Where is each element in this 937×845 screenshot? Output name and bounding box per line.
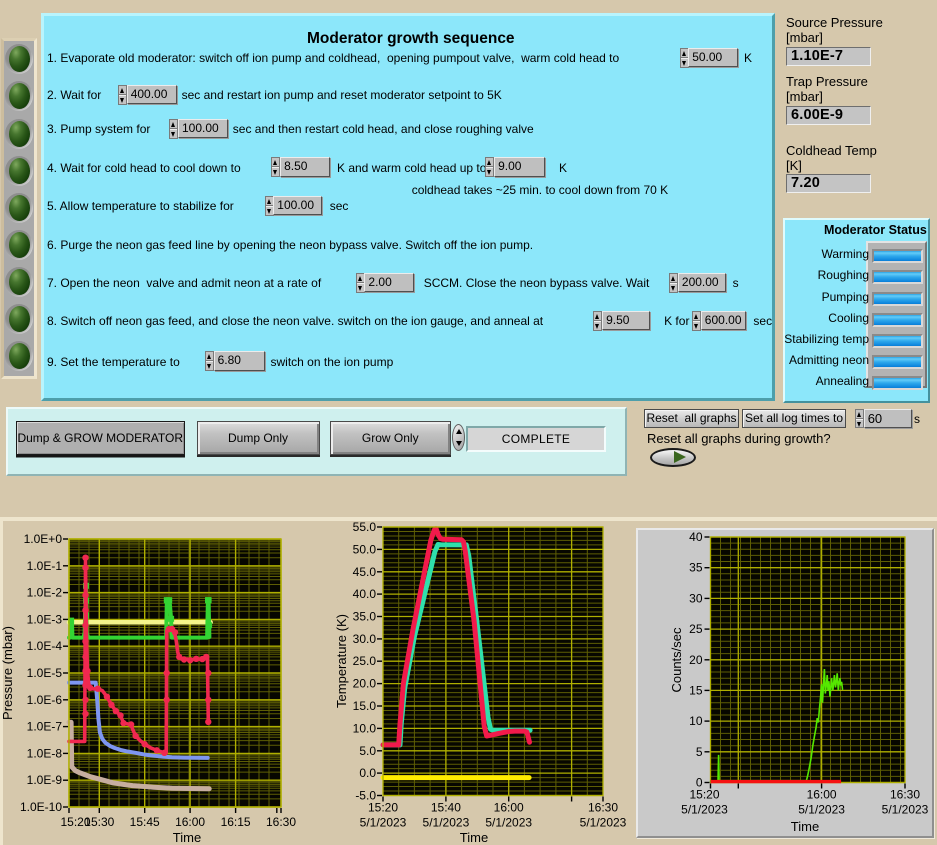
svg-text:20: 20 (689, 653, 703, 667)
svg-text:5/1/2023: 5/1/2023 (882, 803, 929, 817)
svg-text:16:00: 16:00 (807, 788, 837, 802)
svg-text:10: 10 (689, 714, 703, 728)
svg-text:0.0: 0.0 (359, 766, 376, 780)
svg-text:20.0: 20.0 (353, 677, 377, 691)
svg-text:35: 35 (689, 561, 703, 575)
svg-text:1.0E-2: 1.0E-2 (27, 586, 63, 600)
svg-text:5/1/2023: 5/1/2023 (798, 803, 845, 817)
svg-text:Pressure (mbar): Pressure (mbar) (0, 626, 15, 720)
svg-text:45.0: 45.0 (353, 565, 377, 579)
svg-text:15: 15 (689, 683, 703, 697)
svg-text:5/1/2023: 5/1/2023 (681, 803, 728, 817)
svg-text:40: 40 (689, 530, 703, 544)
svg-text:Temperature (K): Temperature (K) (334, 614, 349, 708)
svg-text:1.0E-4: 1.0E-4 (27, 639, 63, 653)
svg-text:25.0: 25.0 (353, 654, 377, 668)
svg-text:1.0E+0: 1.0E+0 (24, 532, 63, 546)
svg-text:55.0: 55.0 (353, 520, 377, 534)
svg-text:25: 25 (689, 622, 703, 636)
svg-text:Time: Time (173, 830, 201, 845)
svg-text:1.0E-10: 1.0E-10 (20, 800, 62, 814)
svg-text:5/1/2023: 5/1/2023 (423, 816, 470, 830)
svg-text:1.0E-7: 1.0E-7 (27, 720, 63, 734)
svg-text:16:30: 16:30 (266, 815, 296, 829)
svg-text:1.0E-8: 1.0E-8 (27, 746, 63, 760)
svg-text:5.0: 5.0 (359, 744, 376, 758)
svg-text:Time: Time (460, 830, 488, 845)
svg-text:5: 5 (696, 745, 703, 759)
svg-text:Time: Time (791, 819, 819, 834)
svg-text:16:00: 16:00 (494, 801, 524, 815)
svg-text:5/1/2023: 5/1/2023 (580, 816, 627, 830)
svg-text:1.0E-6: 1.0E-6 (27, 693, 63, 707)
svg-text:16:00: 16:00 (175, 815, 205, 829)
svg-text:1.0E-1: 1.0E-1 (27, 559, 63, 573)
svg-text:5/1/2023: 5/1/2023 (485, 816, 532, 830)
svg-text:15:40: 15:40 (431, 801, 461, 815)
svg-text:1.0E-3: 1.0E-3 (27, 612, 63, 626)
svg-text:15.0: 15.0 (353, 699, 377, 713)
svg-text:15:30: 15:30 (84, 815, 114, 829)
svg-text:16:30: 16:30 (890, 788, 920, 802)
svg-text:16:15: 16:15 (221, 815, 251, 829)
svg-text:1.0E-9: 1.0E-9 (27, 773, 63, 787)
svg-text:15:20: 15:20 (368, 801, 398, 815)
svg-text:16:30: 16:30 (588, 801, 618, 815)
svg-text:40.0: 40.0 (353, 587, 377, 601)
svg-text:15:20: 15:20 (689, 788, 719, 802)
svg-text:Counts/sec: Counts/sec (669, 627, 684, 693)
svg-text:10.0: 10.0 (353, 721, 377, 735)
svg-text:30: 30 (689, 591, 703, 605)
svg-text:15:45: 15:45 (130, 815, 160, 829)
svg-text:35.0: 35.0 (353, 610, 377, 624)
svg-text:1.0E-5: 1.0E-5 (27, 666, 63, 680)
svg-text:5/1/2023: 5/1/2023 (360, 816, 407, 830)
svg-text:30.0: 30.0 (353, 632, 377, 646)
svg-text:50.0: 50.0 (353, 542, 377, 556)
